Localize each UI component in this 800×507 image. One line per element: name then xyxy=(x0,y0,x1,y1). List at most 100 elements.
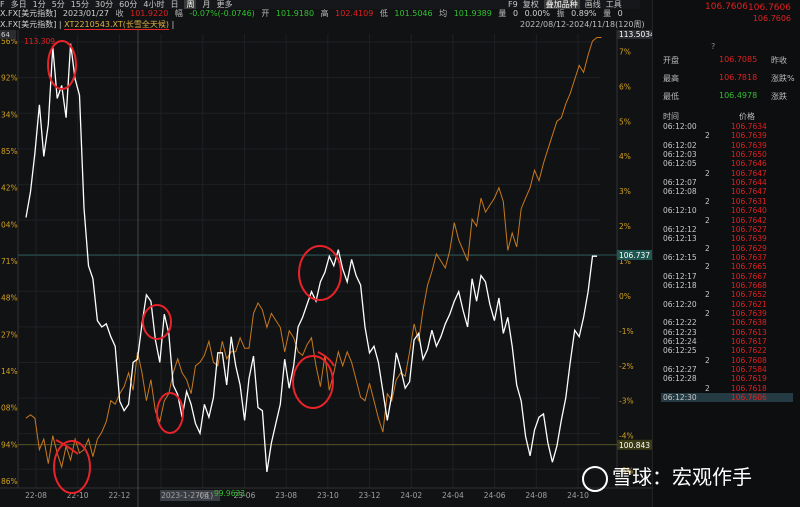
overlay-symbol[interactable]: XT2210543.XT(长雪全天候) xyxy=(64,20,170,30)
tick-time: 2 xyxy=(705,243,710,253)
period-tab-11[interactable]: 更多 xyxy=(216,0,232,9)
right-axis-tick: -1% xyxy=(619,327,634,336)
tick-time: 06:12:30 xyxy=(663,393,697,403)
tick-row: 2 106.7652 xyxy=(661,290,793,299)
tick-time: 2 xyxy=(705,168,710,178)
toolbar-right-item-0[interactable]: F9 xyxy=(508,0,518,9)
x-axis-tick: -04 xyxy=(197,491,209,500)
help-icon[interactable]: ? xyxy=(711,42,715,51)
last-price: 106.7606 xyxy=(705,2,748,12)
tick-price: 106.7639 xyxy=(731,140,767,150)
stat-row: 开盘 106.7085 昨收 xyxy=(663,55,799,69)
tick-time: 06:12:02 xyxy=(663,140,697,150)
tick-row: 06:12:27 106.7584 xyxy=(661,365,793,374)
period-tab-7[interactable]: 4小时 xyxy=(143,0,164,9)
period-tab-2[interactable]: 1分 xyxy=(33,0,46,9)
stat-label2: 涨跌% xyxy=(771,74,795,83)
tick-row: 06:12:12 106.7627 xyxy=(661,225,793,234)
tick-price: 106.7652 xyxy=(731,290,767,300)
toolbar-right-item-3[interactable]: 画线 xyxy=(585,0,601,9)
tick-row: 2 106.7631 xyxy=(661,197,793,206)
tick-time: 2 xyxy=(705,290,710,300)
x-axis-tick: 23-12 xyxy=(359,491,381,500)
left-axis-tick: 85% xyxy=(1,147,18,156)
watermark-text: 雪球：宏观作手 xyxy=(612,465,752,489)
right-axis-tick: 7% xyxy=(619,47,631,56)
quote-open-label: 开 xyxy=(261,9,270,18)
tick-price: 106.7668 xyxy=(731,280,767,290)
period-tab-1[interactable]: 多日 xyxy=(11,0,27,9)
tick-header-price: 价格 xyxy=(739,112,755,121)
left-axis-tick: 04% xyxy=(1,220,18,229)
tick-time: 2 xyxy=(705,215,710,225)
stat-label2: 涨跌 xyxy=(771,92,787,101)
tick-time: 2 xyxy=(705,355,710,365)
tick-price: 106.7644 xyxy=(731,178,767,188)
tick-time: 06:12:23 xyxy=(663,327,697,337)
quote-date: 2023/01/27 xyxy=(62,9,110,18)
left-axis-tick: 34% xyxy=(1,110,18,119)
period-tab-4[interactable]: 15分 xyxy=(71,0,89,9)
left-axis-tick: 48% xyxy=(1,294,18,303)
period-tab-3[interactable]: 5分 xyxy=(52,0,65,9)
price-chart[interactable]: 56%92%34%85%42%04%71%48%27%14%08%94%86%7… xyxy=(0,30,652,507)
period-tab-9[interactable]: 周 xyxy=(184,0,197,9)
right-axis-tick: -2% xyxy=(619,362,634,371)
tick-price: 106.7637 xyxy=(731,252,767,262)
quote-pct: 0.00% xyxy=(524,9,551,18)
x-axis-tick: 24-02 xyxy=(400,491,422,500)
tick-row: 2 106.7629 xyxy=(661,244,793,253)
quote-amp: 0.89% xyxy=(571,9,597,18)
high-value-label: 113.309 xyxy=(24,37,55,46)
tick-row: 06:12:18 106.7668 xyxy=(661,281,793,290)
right-axis-tick: 3% xyxy=(619,187,631,196)
annotation-circle xyxy=(298,245,342,301)
toolbar-right-item-2[interactable]: 叠加品种 xyxy=(543,0,580,9)
tick-row: 2 106.7642 xyxy=(661,216,793,225)
watermark: 雪球：宏观作手 xyxy=(582,461,752,492)
quote-vol: 0 xyxy=(512,9,519,18)
stat-value: 106.7818 xyxy=(719,73,758,82)
tick-time: 2 xyxy=(705,131,710,141)
tick-time: 06:12:00 xyxy=(663,122,697,131)
tick-time: 2 xyxy=(705,196,710,206)
toolbar-right: F9 复权 叠加品种 画线 工具 xyxy=(508,0,627,9)
tick-time: 2 xyxy=(705,383,710,393)
tick-row: 06:12:28 106.7619 xyxy=(661,374,793,383)
x-axis-tick: 23-10 xyxy=(317,491,339,500)
quote-high-label: 高 xyxy=(320,9,329,18)
tick-time: 06:12:25 xyxy=(663,346,697,356)
x-axis-tick: 22-12 xyxy=(108,491,130,500)
last-price-2: 106.7606 xyxy=(752,14,791,23)
toolbar-right-item-4[interactable]: 工具 xyxy=(606,0,622,9)
period-tab-6[interactable]: 60分 xyxy=(119,0,137,9)
overlay-tail: | xyxy=(171,20,175,29)
period-tab-8[interactable]: 日 xyxy=(170,0,178,9)
tick-price: 106.7606 xyxy=(731,393,767,403)
tick-price: 106.7640 xyxy=(731,206,767,216)
stat-row: 最低 106.4978 涨跌 xyxy=(663,91,799,105)
period-tab-0[interactable]: F xyxy=(0,0,5,9)
tick-time: 06:12:07 xyxy=(663,178,697,188)
quote-qty: 0 xyxy=(617,9,623,18)
tick-price: 106.7608 xyxy=(731,355,767,365)
tick-row: 2 106.7665 xyxy=(661,262,793,271)
tick-time: 06:12:24 xyxy=(663,337,697,347)
last-price-3: 106.7606 xyxy=(748,3,791,13)
tick-price: 106.7617 xyxy=(731,337,767,347)
quote-change: -0.07%(-0.0746) xyxy=(189,9,255,18)
tick-row: 06:12:24 106.7617 xyxy=(661,337,793,346)
tick-price: 106.7639 xyxy=(731,234,767,244)
left-axis-tick: 92% xyxy=(1,74,18,83)
low-value-label: 99.9633 xyxy=(214,489,245,498)
tick-time: 2 xyxy=(705,262,710,272)
price-box-top: 113.5034 xyxy=(619,30,652,39)
right-panel: 106.7606 106.7606 106.7606 ? 开盘 106.7085 昨… xyxy=(652,0,800,507)
left-axis-tick: 42% xyxy=(1,184,18,193)
tick-row: 06:12:23 106.7613 xyxy=(661,328,793,337)
period-tab-10[interactable]: 月 xyxy=(202,0,210,9)
tick-time: 06:12:20 xyxy=(663,299,697,309)
stat-label: 最低 xyxy=(663,92,679,101)
period-tab-5[interactable]: 30分 xyxy=(95,0,113,9)
toolbar-right-item-1[interactable]: 复权 xyxy=(523,0,539,9)
